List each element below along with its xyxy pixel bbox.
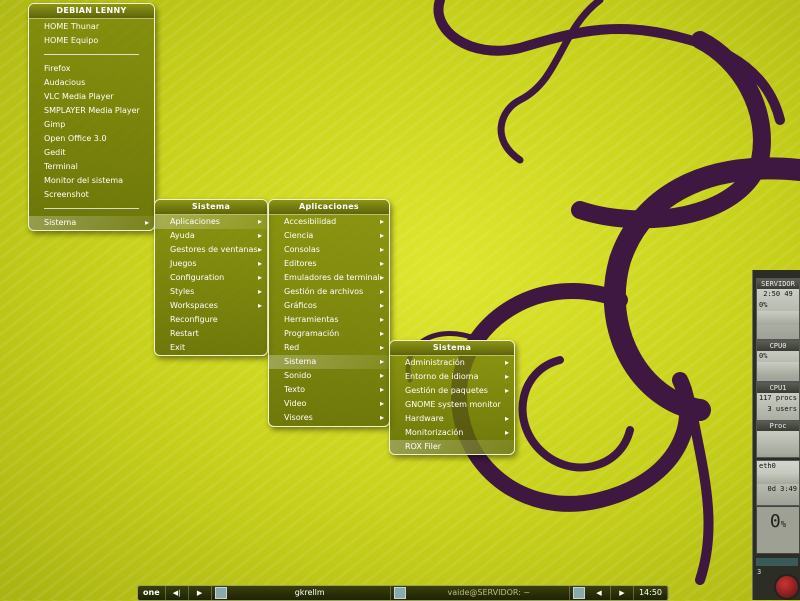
- gk-cpu-total: 0%: [759, 301, 768, 309]
- menu-item-juegos[interactable]: Juegos: [155, 257, 267, 271]
- menu-item-herramientas[interactable]: Herramientas: [269, 313, 389, 327]
- menu-item-emuladores[interactable]: Emuladores de terminal: [269, 271, 389, 285]
- menu-item-home-thunar[interactable]: HOME Thunar: [29, 20, 154, 34]
- gk-time-hm: 2:50: [763, 290, 781, 298]
- gk-mem-bar: [756, 558, 798, 566]
- wallpaper-swirl: [518, 356, 634, 472]
- task-gkrellm[interactable]: gkrellm: [230, 586, 391, 600]
- menu-item-graficos[interactable]: Gráficos: [269, 299, 389, 313]
- menu-item-video[interactable]: Video: [269, 397, 389, 411]
- menu-item-sistema-apps[interactable]: Sistema: [269, 355, 389, 369]
- menu-item-gimp[interactable]: Gimp: [29, 118, 154, 132]
- menu-item-gnome-monitor[interactable]: GNOME system monitor: [390, 398, 514, 412]
- gk-cpu0-label: CPU0: [757, 341, 799, 351]
- gkrellm-monitor: SERVIDOR 2:50 49 0% CPU0 0% CPU1 117 pro…: [752, 270, 800, 600]
- menu-item-reconfigure[interactable]: Reconfigure: [155, 313, 267, 327]
- gk-proc-graph: [757, 431, 799, 455]
- main-menu: DEBIAN LENNY HOME Thunar HOME Equipo Fir…: [28, 3, 155, 231]
- menu-item-accesibilidad[interactable]: Accesibilidad: [269, 215, 389, 229]
- gk-uptime: 0d 3:49: [767, 485, 797, 493]
- menu-item-firefox[interactable]: Firefox: [29, 62, 154, 76]
- gk-proc-label: Proc: [757, 421, 799, 431]
- gk-cpu0-value: 0%: [759, 352, 768, 360]
- task-terminal[interactable]: vaide@SERVIDOR: ~: [409, 586, 570, 600]
- volume-knob[interactable]: [774, 574, 800, 600]
- aplicaciones-menu: Aplicaciones Accesibilidad Ciencia Conso…: [268, 199, 390, 427]
- menu-item-styles[interactable]: Styles: [155, 285, 267, 299]
- menu-item-gestion-paquetes[interactable]: Gestión de paquetes: [390, 384, 514, 398]
- menu-item-configuration[interactable]: Configuration: [155, 271, 267, 285]
- menu-item-vlc[interactable]: VLC Media Player: [29, 90, 154, 104]
- menu-item-editores[interactable]: Editores: [269, 257, 389, 271]
- menu-item-smplayer[interactable]: SMPLAYER Media Player: [29, 104, 154, 118]
- gkrellm-task-icon: [214, 587, 227, 599]
- menu-separator: [29, 48, 154, 60]
- menu-item-home-equipo[interactable]: HOME Equipo: [29, 34, 154, 48]
- menu-item-monitorizacion[interactable]: Monitorización: [390, 426, 514, 440]
- menu-item-red[interactable]: Red: [269, 341, 389, 355]
- menu-item-workspaces[interactable]: Workspaces: [155, 299, 267, 313]
- gk-hostname: SERVIDOR: [757, 279, 799, 289]
- menu-item-texto[interactable]: Texto: [269, 383, 389, 397]
- prev-workspace-icon[interactable]: ◀|: [166, 586, 189, 600]
- gk-mem-label: 3: [757, 568, 762, 576]
- next-window-icon[interactable]: ▶: [611, 586, 634, 600]
- menu-item-aplicaciones[interactable]: Aplicaciones: [155, 215, 267, 229]
- wallpaper-swirl: [497, 0, 604, 164]
- gk-procs: 117 procs: [759, 394, 797, 402]
- menu-item-rox-filer[interactable]: ROX Filer: [390, 440, 514, 454]
- gk-cpu0-panel: CPU0 0%: [756, 340, 800, 382]
- sistema-sub-menu-title: Sistema: [390, 341, 514, 356]
- aplicaciones-menu-title: Aplicaciones: [269, 200, 389, 215]
- gk-net-graph: [757, 472, 799, 484]
- menu-item-administracion[interactable]: Administración: [390, 356, 514, 370]
- wallpaper-swirl: [685, 395, 714, 585]
- gk-disk-value: 0: [769, 511, 781, 532]
- menu-item-openoffice[interactable]: Open Office 3.0: [29, 132, 154, 146]
- gk-proc-panel: Proc: [756, 420, 800, 458]
- workspace-name[interactable]: one: [138, 586, 166, 600]
- gk-time-sec: 49: [784, 290, 793, 298]
- menu-item-audacious[interactable]: Audacious: [29, 76, 154, 90]
- menu-item-exit[interactable]: Exit: [155, 341, 267, 355]
- menu-item-terminal[interactable]: Terminal: [29, 160, 154, 174]
- menu-item-ayuda[interactable]: Ayuda: [155, 229, 267, 243]
- gk-cpu1-label: CPU1: [757, 383, 799, 393]
- taskbar-clock: 14:50: [634, 586, 668, 600]
- menu-item-screenshot[interactable]: Screenshot: [29, 188, 154, 202]
- gk-net-panel: eth0 0d 3:49: [756, 460, 800, 506]
- menu-item-sonido[interactable]: Sonido: [269, 369, 389, 383]
- menu-item-restart[interactable]: Restart: [155, 327, 267, 341]
- next-workspace-icon[interactable]: ▶: [189, 586, 212, 600]
- menu-item-consolas[interactable]: Consolas: [269, 243, 389, 257]
- gk-users: 3 users: [767, 405, 797, 413]
- menu-item-sistema[interactable]: Sistema: [29, 216, 154, 230]
- menu-item-programacion[interactable]: Programación: [269, 327, 389, 341]
- gk-disk-meter: 0%: [756, 506, 800, 554]
- sistema-menu: Sistema Aplicaciones Ayuda Gestores de v…: [154, 199, 268, 356]
- gk-disk-unit: %: [780, 520, 787, 530]
- menu-item-entorno-idioma[interactable]: Entorno de idioma: [390, 370, 514, 384]
- menu-item-hardware[interactable]: Hardware: [390, 412, 514, 426]
- gk-net-label: eth0: [759, 462, 776, 470]
- sistema-menu-title: Sistema: [155, 200, 267, 215]
- menu-item-ciencia[interactable]: Ciencia: [269, 229, 389, 243]
- menu-item-gestion-archivos[interactable]: Gestión de archivos: [269, 285, 389, 299]
- app-task-icon: [572, 587, 585, 599]
- menu-separator: [29, 202, 154, 214]
- menu-item-gestores-ventanas[interactable]: Gestores de ventanas: [155, 243, 267, 257]
- gk-time: 2:50 49: [757, 289, 799, 300]
- prev-window-icon[interactable]: ◀: [588, 586, 611, 600]
- terminal-task-icon: [393, 587, 406, 599]
- menu-item-visores[interactable]: Visores: [269, 411, 389, 425]
- menu-item-gedit[interactable]: Gedit: [29, 146, 154, 160]
- gk-cpu0-graph: [757, 362, 799, 376]
- gk-cpu-graph: [757, 311, 799, 325]
- gk-host-panel: SERVIDOR 2:50 49 0%: [756, 278, 800, 340]
- sistema-sub-menu: Sistema Administración Entorno de idioma…: [389, 340, 515, 455]
- main-menu-title: DEBIAN LENNY: [29, 4, 154, 19]
- taskbar: one ◀| ▶ gkrellm vaide@SERVIDOR: ~ ◀ ▶ 1…: [137, 585, 669, 601]
- menu-item-monitor[interactable]: Monitor del sistema: [29, 174, 154, 188]
